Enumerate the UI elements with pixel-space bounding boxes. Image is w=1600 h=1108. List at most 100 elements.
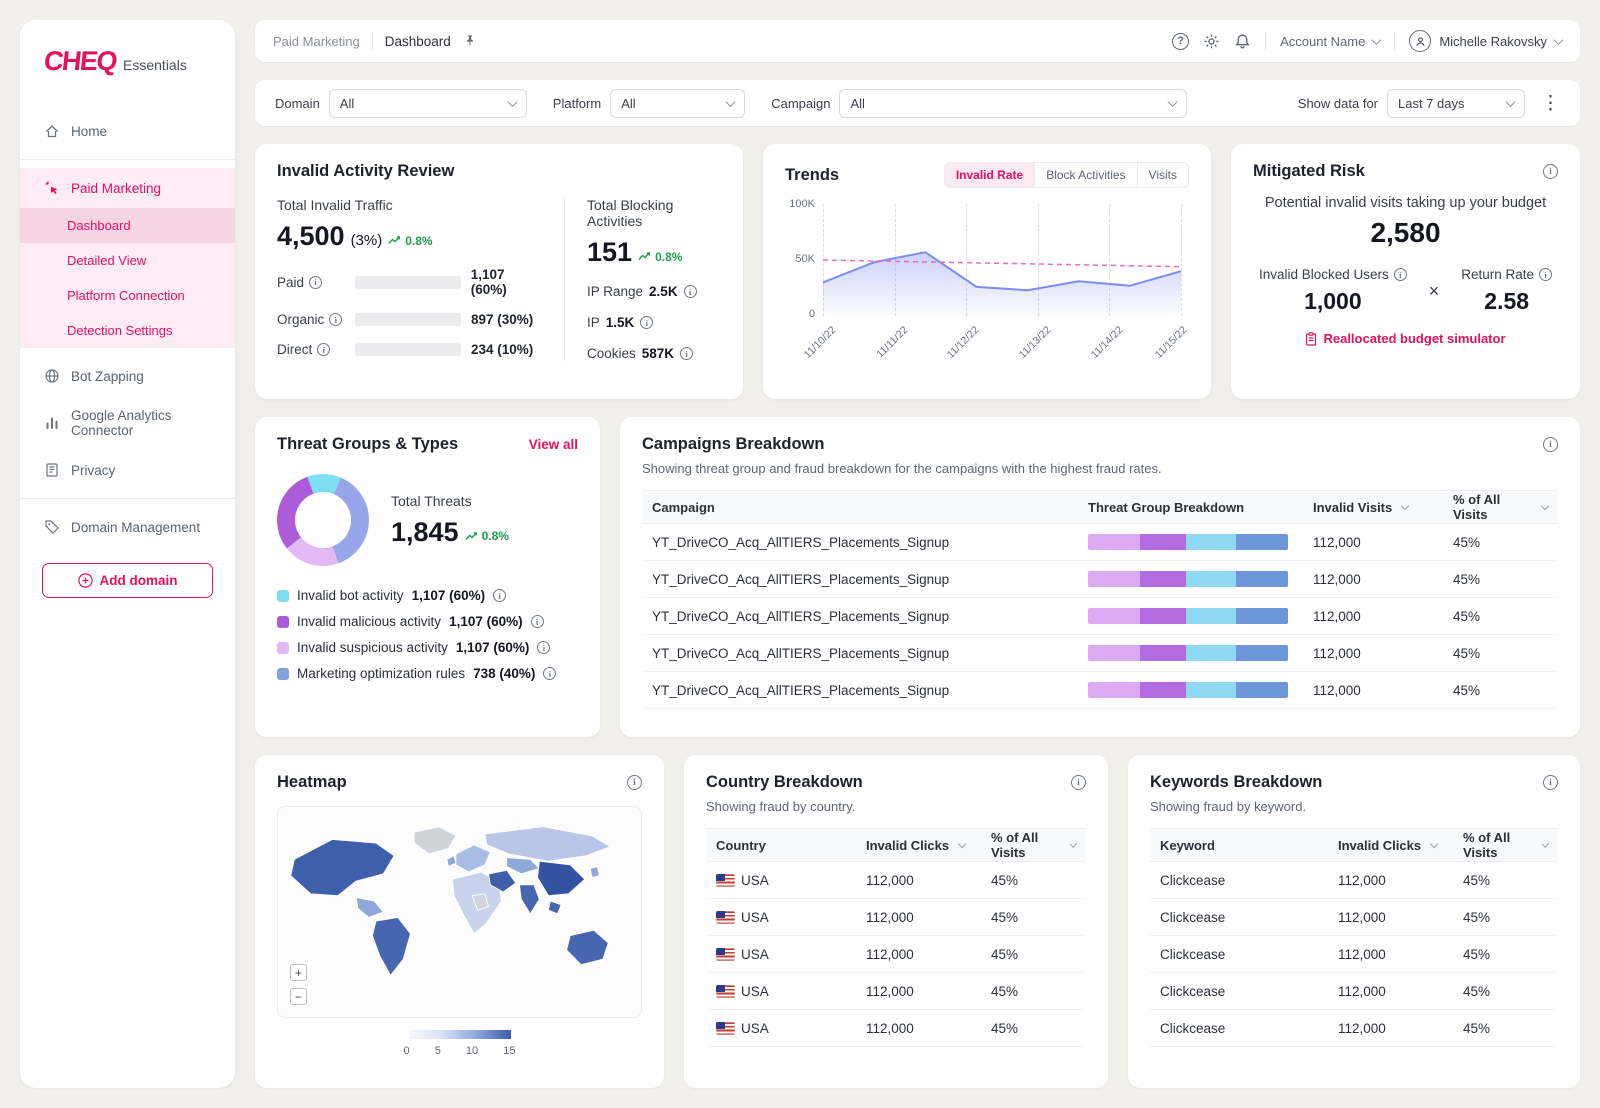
- delta-value: 0.8%: [655, 249, 683, 264]
- campaign-select[interactable]: All: [839, 88, 1188, 118]
- sidebar-subitem-detection-settings[interactable]: Detection Settings: [20, 313, 235, 348]
- info-icon[interactable]: i: [680, 347, 694, 360]
- brand-suffix: Essentials: [123, 57, 187, 73]
- world-map[interactable]: + −: [277, 806, 642, 1018]
- info-icon[interactable]: i: [1543, 164, 1558, 179]
- info-icon[interactable]: i: [543, 667, 557, 680]
- platform-select[interactable]: All: [610, 88, 746, 118]
- trend-up-icon: [638, 252, 651, 260]
- pct-value: 45%: [1463, 983, 1491, 999]
- col-label: Invalid Clicks: [866, 837, 950, 853]
- info-icon[interactable]: i: [1071, 775, 1086, 790]
- invalid-clicks-value: 112,000: [866, 1020, 914, 1036]
- reallocated-budget-simulator-link[interactable]: Reallocated budget simulator: [1253, 331, 1558, 346]
- sidebar-item-paid-marketing[interactable]: Paid Marketing: [20, 168, 235, 208]
- info-icon[interactable]: i: [537, 641, 551, 654]
- breadcrumb-section[interactable]: Paid Marketing: [273, 34, 360, 49]
- invalid-clicks-value: 112,000: [1338, 909, 1386, 925]
- add-domain-button[interactable]: Add domain: [42, 563, 213, 598]
- card-title: Heatmap: [277, 773, 347, 791]
- sidebar-subitem-dashboard[interactable]: Dashboard: [20, 208, 235, 243]
- info-icon[interactable]: i: [317, 343, 331, 356]
- invalid-clicks-value: 112,000: [1338, 872, 1386, 888]
- tab-block-activities[interactable]: Block Activities: [1034, 163, 1136, 187]
- campaigns-table: Campaign Threat Group Breakdown Invalid …: [642, 490, 1558, 709]
- keywords-table-row: Clickcease 112,000 45%: [1150, 936, 1558, 973]
- sidebar-item-domain-management[interactable]: Domain Management: [20, 507, 235, 547]
- country-table-row: USA 112,000 45%: [706, 1010, 1086, 1047]
- info-icon[interactable]: i: [627, 775, 642, 790]
- campaigns-table-row: YT_DriveCO_Acq_AllTIERS_Placements_Signu…: [642, 672, 1558, 709]
- sidebar-item-home[interactable]: Home: [20, 111, 235, 151]
- bar-value: 897 (30%): [471, 312, 534, 327]
- delta-value: 0.8%: [405, 233, 433, 248]
- keywords-subtitle: Showing fraud by keyword.: [1150, 799, 1307, 814]
- sidebar-subitem-platform-connection[interactable]: Platform Connection: [20, 278, 235, 313]
- total-invalid-traffic-share: (3%): [350, 232, 383, 249]
- usa-flag-icon: [716, 984, 735, 998]
- col-pct-all-visits[interactable]: % of All Visits: [981, 830, 1086, 860]
- color-scale-gradient: [408, 1030, 511, 1039]
- info-icon[interactable]: i: [1543, 437, 1558, 452]
- col-label: Invalid Visits: [1313, 499, 1393, 515]
- pin-icon[interactable]: [463, 34, 477, 48]
- zoom-out-button[interactable]: −: [290, 988, 307, 1005]
- campaigns-table-row: YT_DriveCO_Acq_AllTIERS_Placements_Signu…: [642, 635, 1558, 672]
- col-invalid-clicks[interactable]: Invalid Clicks: [1328, 838, 1453, 853]
- info-icon[interactable]: i: [493, 589, 507, 602]
- pct-value: 45%: [991, 1020, 1019, 1036]
- threat-group-stacked-bar: [1088, 682, 1288, 698]
- zoom-in-button[interactable]: +: [290, 964, 307, 981]
- user-dropdown[interactable]: Michelle Rakovsky: [1409, 30, 1564, 52]
- info-icon[interactable]: i: [530, 615, 544, 628]
- info-icon[interactable]: i: [640, 316, 654, 329]
- blocked-users-value: 1,000: [1304, 288, 1362, 314]
- kebab-menu-icon[interactable]: ⋮: [1541, 92, 1560, 115]
- col-invalid-visits[interactable]: Invalid Visits: [1303, 500, 1443, 515]
- invalid-clicks-value: 112,000: [866, 872, 914, 888]
- date-range-select[interactable]: Last 7 days: [1387, 88, 1525, 118]
- campaigns-breakdown-card: Campaigns Breakdown i Showing threat gro…: [620, 417, 1580, 737]
- legend-item: Marketing optimization rules 738 (40%) i: [277, 666, 578, 681]
- bell-icon[interactable]: [1234, 33, 1251, 50]
- invalid-visits-value: 112,000: [1313, 608, 1361, 624]
- col-pct-all-visits[interactable]: % of All Visits: [1453, 830, 1558, 860]
- campaign-filter: Campaign All: [771, 88, 1188, 118]
- gear-icon[interactable]: [1203, 33, 1220, 50]
- info-icon[interactable]: i: [329, 313, 343, 326]
- bar-track: [355, 343, 461, 356]
- keywords-table: Keyword Invalid Clicks % of All Visits C…: [1150, 828, 1558, 1047]
- show-data-filter: Show data for Last 7 days: [1298, 88, 1525, 118]
- col-invalid-clicks[interactable]: Invalid Clicks: [856, 838, 981, 853]
- tab-invalid-rate[interactable]: Invalid Rate: [944, 163, 1035, 187]
- breadcrumb: Paid Marketing Dashboard: [273, 32, 477, 50]
- account-dropdown[interactable]: Account Name: [1280, 34, 1382, 49]
- total-threats-label: Total Threats: [391, 492, 472, 509]
- invalid-clicks-value: 112,000: [1338, 946, 1386, 962]
- domain-select[interactable]: All: [328, 88, 527, 118]
- threats-legend: Invalid bot activity 1,107 (60%) i Invalid…: [277, 588, 578, 681]
- sidebar-subitem-detailed-view[interactable]: Detailed View: [20, 243, 235, 278]
- col-pct-all-visits[interactable]: % of All Visits: [1443, 492, 1558, 522]
- usa-flag-icon: [716, 1021, 735, 1035]
- help-icon[interactable]: ?: [1172, 32, 1190, 50]
- legend-value: 1,107 (60%): [449, 614, 523, 629]
- bar-label: Organic: [277, 312, 325, 327]
- info-icon[interactable]: i: [1393, 268, 1407, 281]
- info-icon[interactable]: i: [1543, 775, 1558, 790]
- trend-up-icon: [465, 531, 477, 540]
- info-icon[interactable]: i: [1539, 268, 1553, 281]
- campaign-select-value: All: [850, 95, 865, 111]
- blocking-value: 1.5K: [605, 315, 635, 330]
- tag-icon: [45, 520, 59, 534]
- sidebar-item-ga-connector[interactable]: Google Analytics Connector: [20, 396, 235, 450]
- info-icon[interactable]: i: [309, 275, 323, 289]
- keywords-table-row: Clickcease 112,000 45%: [1150, 1010, 1558, 1047]
- tab-visits[interactable]: Visits: [1136, 163, 1188, 187]
- view-all-link[interactable]: View all: [529, 437, 578, 452]
- sidebar-item-privacy[interactable]: Privacy: [20, 450, 235, 490]
- card-title: Mitigated Risk: [1253, 162, 1365, 180]
- info-icon[interactable]: i: [683, 285, 697, 298]
- sidebar-item-bot-zapping[interactable]: Bot Zapping: [20, 356, 235, 396]
- country-table-row: USA 112,000 45%: [706, 936, 1086, 973]
